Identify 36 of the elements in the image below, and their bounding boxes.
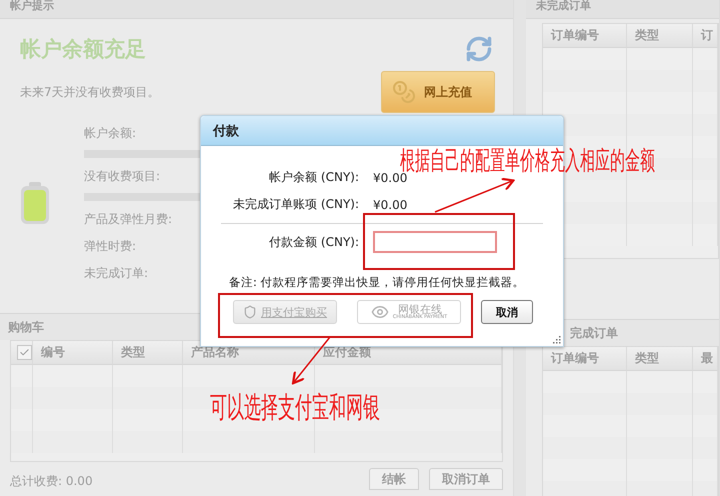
check-icon [19,347,30,358]
coins-icon [392,80,416,104]
field-label: 帐户余额 (CNY): [268,169,359,186]
column-header: 编号 [33,341,113,365]
shield-icon [243,305,257,319]
recharge-button[interactable]: 网上充值 [381,71,495,113]
field-label: 产品及弹性月费: [84,211,172,228]
column-header: 类型 [627,24,693,48]
field-value: ¥0.00 [373,198,408,212]
cart-button[interactable]: 结帐 [369,468,419,490]
notice-text: 未来7天并没有收费项目。 [20,84,160,100]
field-label: 没有收费项目: [84,168,160,185]
field-label: 帐户余额: [84,125,136,142]
column-header: 最 [693,347,718,371]
cart-button[interactable]: 取消订单 [429,468,503,490]
select-all-checkbox[interactable] [17,345,32,360]
dialog-note: 备注: 付款程序需要弹出快显，请停用任何快显拦截器。 [229,275,526,290]
field-label: 未完成订单账项 (CNY): [232,196,359,213]
field-label: 未完成订单: [84,265,148,282]
annotation-text: 可以选择支付宝和网银 [210,390,380,428]
balance-status: 帐户余额充足 [20,36,146,63]
eye-icon [370,303,389,321]
cancel-button[interactable]: 取消 [481,300,533,324]
refresh-icon[interactable] [465,35,493,63]
column-header: 类型 [627,347,693,371]
column-header: 类型 [113,341,183,365]
column-header: 订单编号 [543,24,627,48]
battery-icon [20,180,50,224]
column-header: 订 [693,24,718,48]
field-label: 弹性时费: [84,238,136,255]
dialog-title: 付款 [201,116,563,146]
column-header: 订单编号 [543,347,627,371]
field-label: 付款金额 (CNY): [268,234,359,250]
total-text: 总计收费: 0.00 [10,473,93,490]
resize-grip-icon[interactable] [552,335,561,344]
amount-input[interactable] [373,231,497,253]
